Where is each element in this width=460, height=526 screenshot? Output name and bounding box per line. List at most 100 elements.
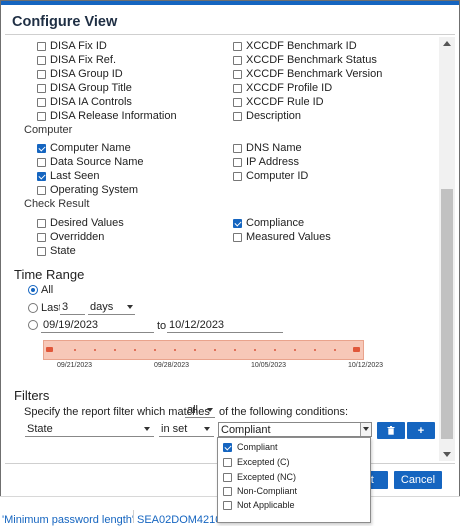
dropdown-option-excepted-c[interactable]: Excepted (C): [223, 457, 290, 467]
checkbox-disa-fix-ref[interactable]: DISA Fix Ref.: [37, 54, 116, 67]
to-date-input[interactable]: 10/12/2023: [167, 319, 283, 333]
remove-filter-button[interactable]: [377, 422, 405, 439]
time-range-slider[interactable]: [43, 340, 364, 360]
radio-button[interactable]: [28, 303, 38, 313]
add-filter-button[interactable]: +: [407, 422, 435, 439]
checkbox-disa-release-info[interactable]: DISA Release Information: [37, 110, 177, 123]
checkbox-box[interactable]: [37, 42, 46, 51]
checkbox-box[interactable]: [37, 186, 46, 195]
checkbox-box[interactable]: [233, 158, 242, 167]
checkbox-box[interactable]: [233, 219, 242, 228]
last-count-input[interactable]: 3: [60, 301, 85, 315]
cancel-button[interactable]: Cancel: [394, 471, 442, 489]
checkbox-description[interactable]: Description: [233, 110, 301, 123]
scroll-down-icon[interactable]: [443, 452, 451, 457]
radio-button[interactable]: [28, 285, 38, 295]
checkbox-box[interactable]: [37, 112, 46, 121]
options-scroll-area[interactable]: DISA Fix ID DISA Fix Ref. DISA Group ID …: [7, 37, 439, 461]
checkbox-xccdf-benchmark-version[interactable]: XCCDF Benchmark Version: [233, 68, 382, 81]
checkbox-box[interactable]: [233, 70, 242, 79]
dropdown-option-non-compliant[interactable]: Non-Compliant: [223, 486, 297, 496]
checkbox-box[interactable]: [233, 172, 242, 181]
checkbox-box[interactable]: [37, 247, 46, 256]
checkbox-box[interactable]: [37, 98, 46, 107]
option-label: Excepted (C): [237, 457, 290, 467]
filter-field-select[interactable]: State: [25, 422, 154, 437]
chevron-down-icon: [204, 427, 210, 431]
checkbox-box[interactable]: [233, 84, 242, 93]
checkbox-disa-ia-controls[interactable]: DISA IA Controls: [37, 96, 132, 109]
checkbox-desired-values[interactable]: Desired Values: [37, 217, 124, 230]
checkbox-box[interactable]: [37, 70, 46, 79]
scrollbar-thumb[interactable]: [441, 189, 453, 439]
checkbox-xccdf-benchmark-id[interactable]: XCCDF Benchmark ID: [233, 40, 357, 53]
checkbox-box[interactable]: [37, 219, 46, 228]
radio-last[interactable]: Last: [28, 302, 62, 314]
checkbox-box[interactable]: [233, 112, 242, 121]
checkbox-label: Measured Values: [246, 231, 331, 243]
checkbox-label: Computer Name: [50, 142, 131, 154]
checkbox-ip-address[interactable]: IP Address: [233, 156, 299, 169]
group-label-computer: Computer: [24, 124, 73, 136]
filter-match-select[interactable]: all: [185, 404, 215, 418]
checkbox-xccdf-benchmark-status[interactable]: XCCDF Benchmark Status: [233, 54, 377, 67]
checkbox-box[interactable]: [223, 442, 232, 452]
checkbox-box[interactable]: [37, 56, 46, 65]
checkbox-overridden[interactable]: Overridden: [37, 231, 104, 244]
to-label: to: [157, 320, 167, 332]
checkbox-box[interactable]: [223, 486, 232, 496]
dropdown-option-compliant[interactable]: Compliant: [223, 442, 278, 452]
background-cell-link[interactable]: 'Minimum password length': [2, 514, 134, 526]
checkbox-label: Compliance: [246, 217, 305, 229]
option-label: Non-Compliant: [237, 486, 298, 496]
timeline-dot: [314, 349, 316, 351]
checkbox-last-seen[interactable]: Last Seen: [37, 170, 100, 183]
checkbox-box[interactable]: [37, 84, 46, 93]
checkbox-data-source-name[interactable]: Data Source Name: [37, 156, 144, 169]
filter-value-dropdown[interactable]: Compliant Excepted (C) Excepted (NC) Non…: [217, 437, 371, 523]
background-cell-link[interactable]: SEA02DOM4210: [137, 514, 221, 526]
checkbox-box[interactable]: [233, 98, 242, 107]
checkbox-xccdf-rule-id[interactable]: XCCDF Rule ID: [233, 96, 324, 109]
radio-all[interactable]: All: [28, 284, 53, 296]
timeline-start-handle[interactable]: [46, 347, 53, 352]
scroll-up-icon[interactable]: [443, 41, 451, 46]
checkbox-box[interactable]: [37, 144, 46, 153]
timeline-dot: [334, 349, 336, 351]
checkbox-disa-fix-id[interactable]: DISA Fix ID: [37, 40, 107, 53]
checkbox-box[interactable]: [233, 42, 242, 51]
last-unit-select[interactable]: days: [88, 301, 135, 315]
checkbox-box[interactable]: [233, 56, 242, 65]
checkbox-box[interactable]: [223, 457, 232, 467]
checkbox-box[interactable]: [37, 172, 46, 181]
checkbox-disa-group-id[interactable]: DISA Group ID: [37, 68, 123, 81]
radio-button[interactable]: [28, 320, 38, 330]
timeline-end-handle[interactable]: [353, 347, 360, 352]
dropdown-option-excepted-nc[interactable]: Excepted (NC): [223, 472, 296, 482]
checkbox-box[interactable]: [233, 233, 242, 242]
checkbox-box[interactable]: [223, 472, 232, 482]
checkbox-disa-group-title[interactable]: DISA Group Title: [37, 82, 132, 95]
checkbox-state[interactable]: State: [37, 245, 76, 258]
checkbox-box[interactable]: [233, 144, 242, 153]
checkbox-box[interactable]: [37, 158, 46, 167]
filter-value-text: Compliant: [221, 424, 271, 436]
checkbox-computer-name[interactable]: Computer Name: [37, 142, 131, 155]
from-date-input[interactable]: 09/19/2023: [41, 319, 154, 333]
background-column-divider: [133, 510, 134, 523]
filter-value-combobox[interactable]: Compliant: [218, 422, 372, 437]
checkbox-computer-id[interactable]: Computer ID: [233, 170, 308, 183]
checkbox-compliance[interactable]: Compliance: [233, 217, 304, 230]
combobox-toggle[interactable]: [360, 423, 371, 436]
checkbox-box[interactable]: [37, 233, 46, 242]
filter-operator-select[interactable]: in set: [159, 422, 214, 437]
checkbox-measured-values[interactable]: Measured Values: [233, 231, 331, 244]
checkbox-dns-name[interactable]: DNS Name: [233, 142, 302, 155]
checkbox-xccdf-profile-id[interactable]: XCCDF Profile ID: [233, 82, 332, 95]
last-unit-value: days: [90, 301, 114, 313]
vertical-scrollbar[interactable]: [439, 37, 455, 461]
checkbox-box[interactable]: [223, 500, 232, 510]
checkbox-operating-system[interactable]: Operating System: [37, 184, 138, 197]
radio-date-range[interactable]: [28, 320, 41, 330]
dropdown-option-not-applicable[interactable]: Not Applicable: [223, 500, 295, 510]
